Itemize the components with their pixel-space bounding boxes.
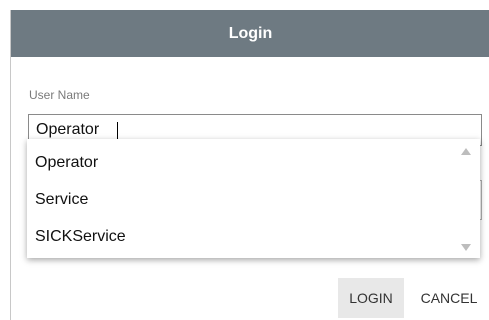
autocomplete-option-sickservice[interactable]: SICKService [35, 224, 455, 250]
autocomplete-option-operator[interactable]: Operator [35, 150, 455, 176]
text-caret [117, 122, 118, 140]
cancel-button[interactable]: CANCEL [412, 278, 486, 318]
scroll-up-icon[interactable] [459, 145, 473, 157]
scroll-down-icon[interactable] [459, 240, 473, 252]
dialog-titlebar: Login [11, 10, 489, 57]
dialog-title: Login [228, 24, 273, 42]
user-name-autocomplete-list[interactable]: Operator Service SICKService [27, 139, 480, 258]
login-button[interactable]: LOGIN [338, 278, 404, 318]
user-name-label: User Name [29, 88, 90, 102]
autocomplete-option-service[interactable]: Service [35, 187, 455, 213]
